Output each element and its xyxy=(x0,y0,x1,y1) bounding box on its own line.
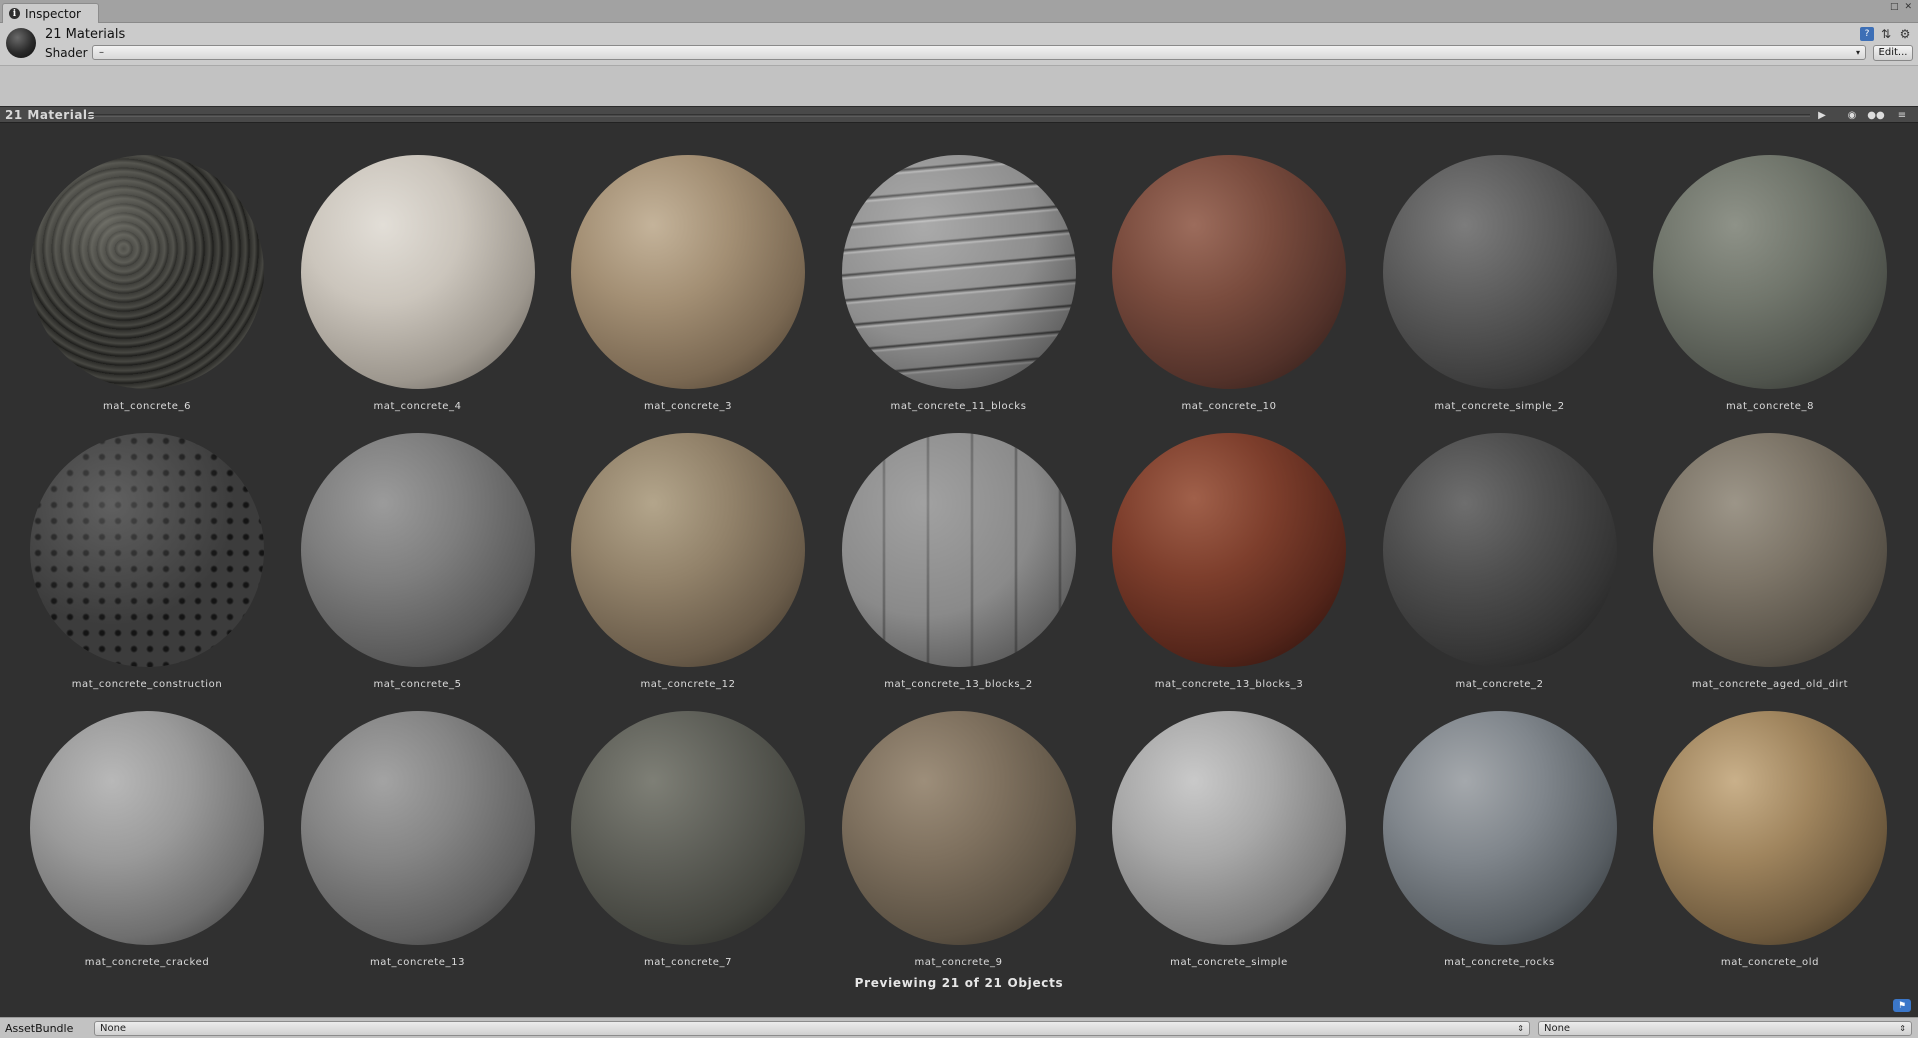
material-tile[interactable]: mat_concrete_4 xyxy=(271,123,541,412)
material-sphere-preview xyxy=(300,711,535,945)
shader-value: – xyxy=(99,47,104,58)
lock-icon[interactable]: □ xyxy=(1890,2,1899,12)
tab-label: Inspector xyxy=(25,6,81,21)
material-tile[interactable]: mat_concrete_simple xyxy=(1082,679,1352,968)
material-tile[interactable]: mat_concrete_2 xyxy=(1353,401,1623,690)
material-name: mat_concrete_9 xyxy=(914,957,1003,968)
material-sphere-preview xyxy=(30,711,264,945)
material-sphere-preview xyxy=(1112,711,1346,945)
material-sphere-preview xyxy=(1382,433,1617,667)
preview-title: 21 Materials xyxy=(5,108,96,122)
asset-bundle-dropdown[interactable]: None ⇕ xyxy=(94,1021,1530,1036)
chevron-updown-icon: ⇕ xyxy=(1517,1024,1524,1033)
asset-variant-value: None xyxy=(1544,1023,1571,1034)
material-name: mat_concrete_old xyxy=(1720,957,1820,968)
material-header: 21 Materials Shader – ▾ Edit... ? ⇅ ⚙ xyxy=(0,23,1918,66)
window-controls: □ ✕ xyxy=(1890,2,1912,12)
material-sphere-preview xyxy=(1653,155,1887,389)
material-tile[interactable]: mat_concrete_8 xyxy=(1623,123,1893,412)
shader-dropdown[interactable]: – ▾ xyxy=(92,45,1866,60)
material-tile[interactable]: mat_concrete_11_blocks xyxy=(812,123,1082,412)
play-icon[interactable]: ▶ xyxy=(1812,108,1832,122)
tab-inspector[interactable]: i Inspector xyxy=(2,3,99,23)
close-icon[interactable]: ✕ xyxy=(1904,2,1912,12)
preview-resize-handle[interactable] xyxy=(88,114,1810,117)
preset-icon[interactable]: ⇅ xyxy=(1879,27,1893,41)
material-sphere-preview xyxy=(571,711,805,945)
material-tile[interactable]: mat_concrete_construction xyxy=(0,401,270,690)
material-tile[interactable]: mat_concrete_aged_old_dirt xyxy=(1623,401,1893,690)
material-tile[interactable]: mat_concrete_10 xyxy=(1082,123,1352,412)
inspector-header: 21 Materials Shader – ▾ Edit... ? ⇅ ⚙ xyxy=(0,23,1918,106)
material-tile[interactable]: mat_concrete_13 xyxy=(271,679,541,968)
lights-toggle-icon[interactable]: ●● xyxy=(1866,108,1886,122)
material-sphere-preview xyxy=(30,433,264,667)
preview-count-text: Previewing 21 of 21 Objects xyxy=(854,976,1064,990)
material-tile[interactable]: mat_concrete_9 xyxy=(812,679,1082,968)
material-name: mat_concrete_13 xyxy=(369,957,466,968)
material-sphere-preview xyxy=(1112,155,1346,389)
menu-icon[interactable]: ≡ xyxy=(1892,108,1912,122)
material-sphere-preview xyxy=(1382,711,1617,945)
material-sphere-preview xyxy=(300,433,535,667)
header-icons: ? ⇅ ⚙ xyxy=(1860,27,1912,41)
material-preview-grid: mat_concrete_6 mat_concrete_4 mat_concrete… xyxy=(0,123,1918,1003)
material-tile[interactable]: mat_concrete_6 xyxy=(0,123,270,412)
material-sphere-preview xyxy=(841,155,1076,389)
material-name: mat_concrete_7 xyxy=(643,957,733,968)
material-sphere-preview xyxy=(841,433,1076,667)
gear-icon[interactable]: ⚙ xyxy=(1898,27,1912,41)
material-tile[interactable]: mat_concrete_7 xyxy=(541,679,811,968)
material-sphere-preview xyxy=(571,155,805,389)
help-book-icon[interactable]: ? xyxy=(1860,27,1874,41)
material-name: mat_concrete_simple xyxy=(1170,957,1288,968)
material-tile[interactable]: mat_concrete_3 xyxy=(541,123,811,412)
info-icon: i xyxy=(9,8,20,19)
material-thumbnail xyxy=(6,28,36,58)
chevron-down-icon: ▾ xyxy=(1855,48,1860,57)
material-tile[interactable]: mat_concrete_13_blocks_3 xyxy=(1082,401,1352,690)
material-sphere-preview xyxy=(1653,433,1887,667)
material-tile[interactable]: mat_concrete_rocks xyxy=(1353,679,1623,968)
sphere-mesh-icon[interactable]: ◉ xyxy=(1842,108,1862,122)
material-sphere-preview xyxy=(30,155,264,389)
material-sphere-preview xyxy=(571,433,805,667)
tag-icon[interactable]: ⚑ xyxy=(1893,999,1911,1012)
material-tile[interactable]: mat_concrete_old xyxy=(1623,679,1893,968)
material-tile[interactable]: mat_concrete_5 xyxy=(271,401,541,690)
shader-label: Shader xyxy=(45,46,88,60)
material-sphere-preview xyxy=(300,155,535,389)
asset-variant-dropdown[interactable]: None ⇕ xyxy=(1538,1021,1912,1036)
asset-bundle-value: None xyxy=(100,1023,127,1034)
chevron-updown-icon: ⇕ xyxy=(1899,1024,1906,1033)
asset-bundle-bar: AssetBundle None ⇕ None ⇕ xyxy=(0,1017,1918,1038)
asset-bundle-label: AssetBundle xyxy=(5,1022,74,1035)
window-tab-strip: i Inspector □ ✕ xyxy=(0,0,1918,23)
material-sphere-preview xyxy=(1653,711,1887,945)
material-sphere-preview xyxy=(841,711,1076,945)
material-name: mat_concrete_cracked xyxy=(84,957,210,968)
preview-toolbar: 21 Materials ▶ ◉ ●● ≡ xyxy=(0,106,1918,123)
material-sphere-preview xyxy=(1112,433,1346,667)
material-sphere-preview xyxy=(1382,155,1617,389)
material-tile[interactable]: mat_concrete_cracked xyxy=(0,679,270,968)
material-tile[interactable]: mat_concrete_13_blocks_2 xyxy=(812,401,1082,690)
material-name: mat_concrete_rocks xyxy=(1444,957,1555,968)
page-title: 21 Materials xyxy=(45,27,126,42)
material-tile[interactable]: mat_concrete_simple_2 xyxy=(1353,123,1623,412)
edit-shader-button[interactable]: Edit... xyxy=(1873,45,1913,61)
material-tile[interactable]: mat_concrete_12 xyxy=(541,401,811,690)
